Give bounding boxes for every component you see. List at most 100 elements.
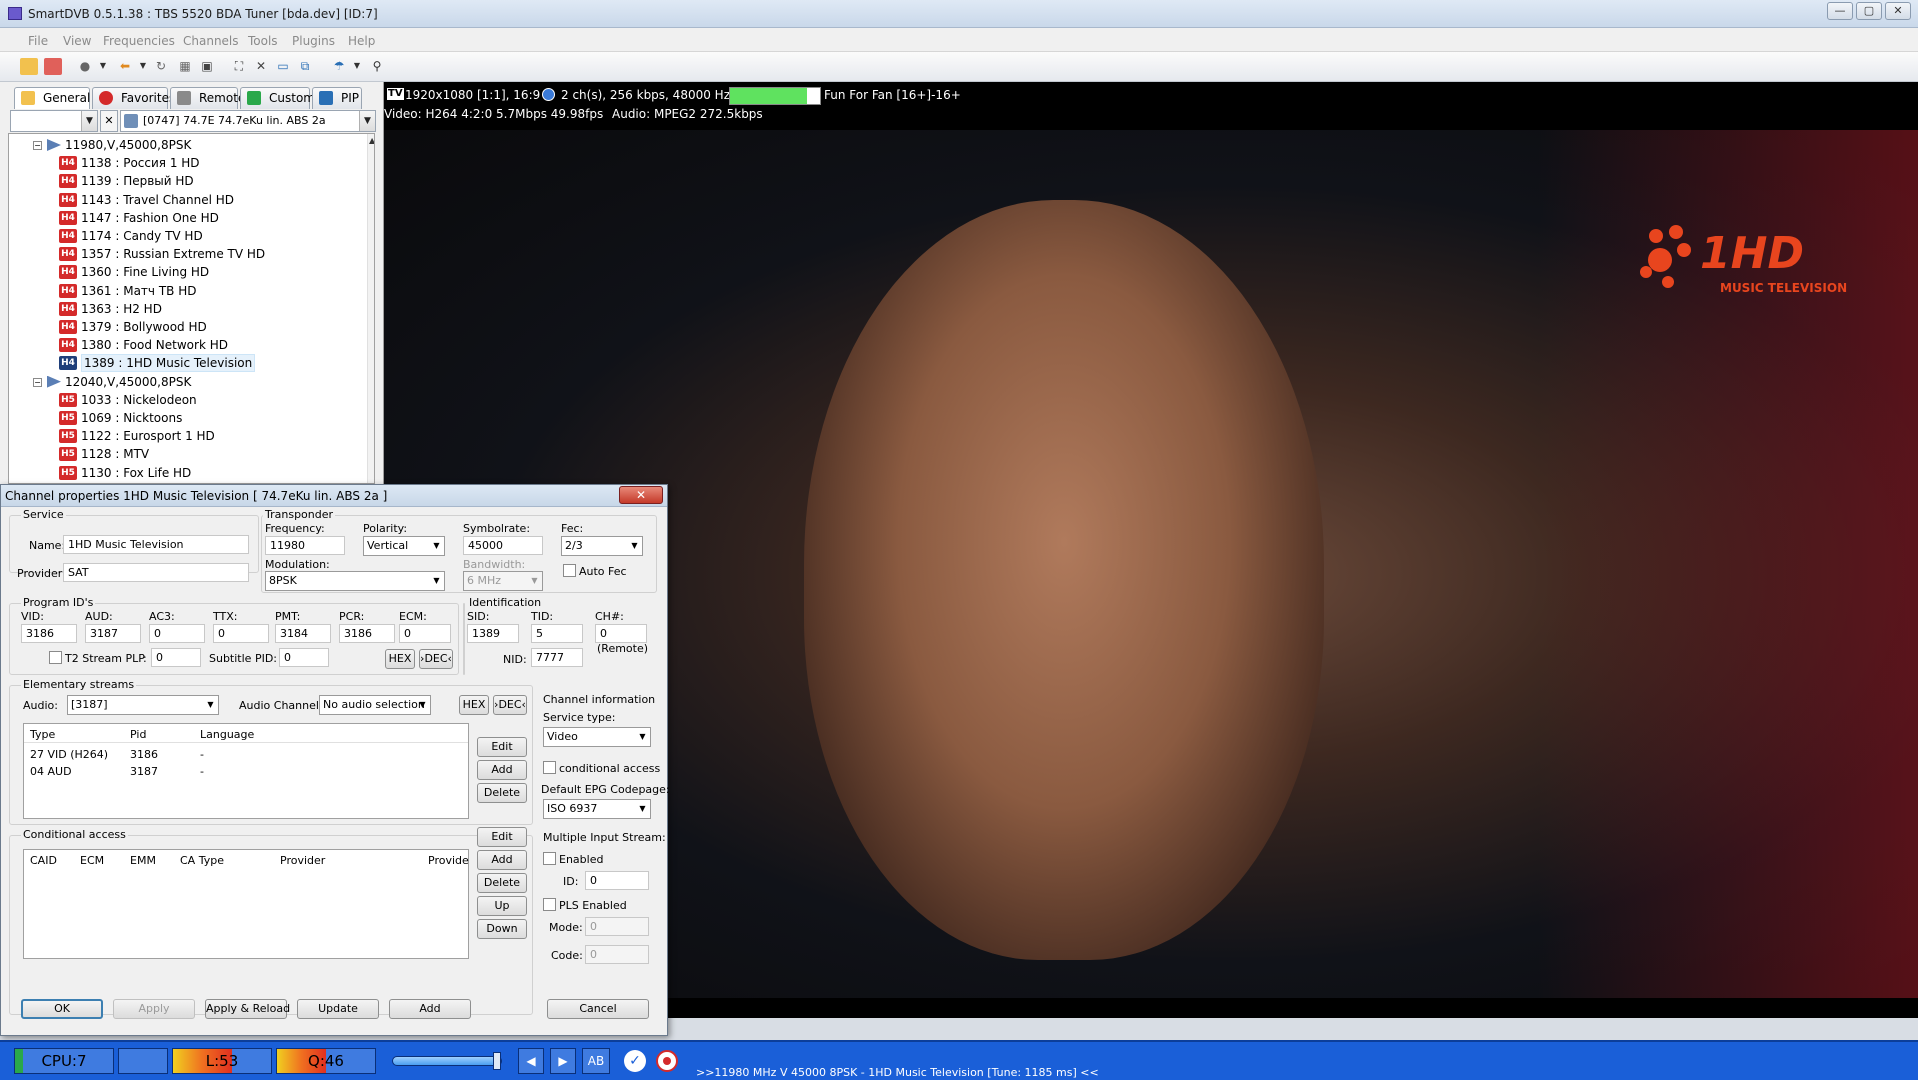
- add-button[interactable]: Add: [389, 999, 471, 1019]
- chevron-down-icon[interactable]: ▼: [348, 58, 366, 75]
- ca-edit-button[interactable]: Edit: [477, 827, 527, 847]
- volume-slider[interactable]: [392, 1052, 502, 1070]
- epg-codepage-select[interactable]: ISO 6937 ▼: [543, 799, 651, 819]
- screens-icon[interactable]: ⧉: [296, 58, 314, 75]
- transponder-node[interactable]: − 11980,V,45000,8PSK: [9, 136, 369, 154]
- transponder-node[interactable]: − 12040,V,45000,8PSK: [9, 373, 369, 391]
- volume-slider-thumb[interactable]: [493, 1052, 501, 1070]
- menu-tools[interactable]: Tools: [248, 34, 278, 48]
- channel-item[interactable]: H4 1389 : 1HD Music Television: [9, 354, 369, 373]
- symbolrate-field[interactable]: 45000: [463, 536, 543, 555]
- vid-field[interactable]: 3186: [21, 624, 77, 643]
- dialog-close-button[interactable]: ✕: [619, 486, 663, 504]
- polarity-select[interactable]: Vertical ▼: [363, 536, 445, 556]
- pmt-field[interactable]: 3184: [275, 624, 331, 643]
- record-icon[interactable]: ●: [76, 58, 94, 75]
- tab-custom[interactable]: Custom: [240, 87, 315, 109]
- maximize-button[interactable]: ▢: [1856, 2, 1882, 20]
- rewind-icon[interactable]: ◀: [518, 1048, 544, 1074]
- elementary-streams-list[interactable]: Type Pid Language 27 VID (H264) 3186 - 0…: [23, 723, 469, 819]
- nid-field[interactable]: 7777: [531, 648, 583, 667]
- ca-up-button[interactable]: Up: [477, 896, 527, 916]
- channel-item[interactable]: H4 1379 : Bollywood HD: [9, 318, 369, 336]
- conditional-access-list[interactable]: CAID ECM EMM CA Type Provider Provide: [23, 849, 469, 959]
- tools-icon[interactable]: ✕: [252, 58, 270, 75]
- tab-favorites[interactable]: Favorites: [92, 87, 175, 109]
- apply-reload-button[interactable]: Apply & Reload: [205, 999, 290, 1019]
- scroll-up-icon[interactable]: ▲: [369, 136, 374, 145]
- channel-item[interactable]: H4 1361 : Матч ТВ HD: [9, 282, 369, 300]
- minimize-button[interactable]: —: [1827, 2, 1853, 20]
- es-edit-button[interactable]: Edit: [477, 737, 527, 757]
- ac3-field[interactable]: 0: [149, 624, 205, 643]
- menu-help[interactable]: Help: [348, 34, 375, 48]
- antenna-icon[interactable]: ☂: [330, 58, 348, 75]
- t2-stream-plp-field[interactable]: 0: [151, 648, 201, 667]
- channel-item[interactable]: H4 1147 : Fashion One HD: [9, 209, 369, 227]
- close-window-button[interactable]: ✕: [1885, 2, 1911, 20]
- channel-item[interactable]: H5 1128 : MTV: [9, 445, 369, 463]
- ca-down-button[interactable]: Down: [477, 919, 527, 939]
- search-icon[interactable]: ⚲: [368, 58, 386, 75]
- record-button-icon[interactable]: [656, 1050, 678, 1072]
- pls-enabled-checkbox[interactable]: [543, 898, 556, 911]
- aud-field[interactable]: 3187: [85, 624, 141, 643]
- channel-tree[interactable]: −11980,V,45000,8PSK H4 1138 : Россия 1 HD H…: [8, 133, 375, 484]
- ok-button[interactable]: OK: [21, 999, 103, 1019]
- ca-add-button[interactable]: Add: [477, 850, 527, 870]
- autofec-checkbox[interactable]: [563, 564, 576, 577]
- service-type-select[interactable]: Video ▼: [543, 727, 651, 747]
- channel-item[interactable]: H5 1033 : Nickelodeon: [9, 391, 369, 409]
- collapse-icon[interactable]: −: [33, 141, 42, 150]
- tree-scrollbar[interactable]: ▲: [367, 134, 374, 483]
- audio-channel-select[interactable]: No audio selection ▼: [319, 695, 431, 715]
- update-button[interactable]: Update: [297, 999, 379, 1019]
- chevron-down-icon[interactable]: ▼: [94, 58, 112, 75]
- channel-item[interactable]: H4 1380 : Food Network HD: [9, 336, 369, 354]
- menu-view[interactable]: View: [63, 34, 91, 48]
- channel-item[interactable]: H5 1122 : Eurosport 1 HD: [9, 427, 369, 445]
- channel-item[interactable]: H5 1130 : Fox Life HD: [9, 464, 369, 482]
- apply-button[interactable]: Apply: [113, 999, 195, 1019]
- back-arrow-icon[interactable]: ⬅: [116, 58, 134, 75]
- refresh-icon[interactable]: ↻: [152, 58, 170, 75]
- channel-item[interactable]: H4 1360 : Fine Living HD: [9, 263, 369, 281]
- es-hex-button[interactable]: HEX: [459, 695, 489, 715]
- ca-delete-button[interactable]: Delete: [477, 873, 527, 893]
- fullscreen-icon[interactable]: ⛶: [230, 58, 248, 75]
- frequency-field[interactable]: 11980: [265, 536, 345, 555]
- tab-remote[interactable]: Remote: [170, 87, 245, 109]
- channel-item[interactable]: H4 1138 : Россия 1 HD: [9, 154, 369, 172]
- cancel-button[interactable]: Cancel: [547, 999, 649, 1019]
- table-row[interactable]: 27 VID (H264) 3186 -: [24, 746, 468, 762]
- tab-pip[interactable]: PIP: [312, 87, 362, 109]
- check-icon[interactable]: ✓: [624, 1050, 646, 1072]
- es-add-button[interactable]: Add: [477, 760, 527, 780]
- pls-mode-field[interactable]: 0: [585, 917, 649, 936]
- modulation-select[interactable]: 8PSK ▼: [265, 571, 445, 591]
- conditional-access-checkbox[interactable]: [543, 761, 556, 774]
- satellite-combo[interactable]: [0747] 74.7E 74.7eKu lin. ABS 2a ▼: [120, 110, 376, 132]
- menu-plugins[interactable]: Plugins: [292, 34, 335, 48]
- channel-item[interactable]: H4 1139 : Первый HD: [9, 172, 369, 190]
- ecm-field[interactable]: 0: [399, 624, 451, 643]
- close-file-icon[interactable]: [44, 58, 62, 75]
- pcr-field[interactable]: 3186: [339, 624, 395, 643]
- channel-item[interactable]: H4 1363 : H2 HD: [9, 300, 369, 318]
- grid-icon[interactable]: ▦: [176, 58, 194, 75]
- audio-select[interactable]: [3187] ▼: [67, 695, 219, 715]
- channel-item[interactable]: H5 1069 : Nicktoons: [9, 409, 369, 427]
- open-folder-icon[interactable]: [20, 58, 38, 75]
- channel-item[interactable]: H4 1143 : Travel Channel HD: [9, 191, 369, 209]
- fec-select[interactable]: 2/3 ▼: [561, 536, 643, 556]
- es-dec-button[interactable]: ›DEC‹: [493, 695, 527, 715]
- tab-general[interactable]: General: [14, 87, 90, 109]
- pids-dec-button[interactable]: ›DEC‹: [419, 649, 453, 669]
- pls-code-field[interactable]: 0: [585, 945, 649, 964]
- chevron-down-icon[interactable]: ▼: [134, 58, 152, 75]
- subtitle-pid-field[interactable]: 0: [279, 648, 329, 667]
- clear-filter-button[interactable]: ✕: [100, 110, 118, 132]
- mis-id-field[interactable]: 0: [585, 871, 649, 890]
- t2-stream-plp-checkbox[interactable]: [49, 651, 62, 664]
- ab-repeat-button[interactable]: AB: [582, 1048, 610, 1074]
